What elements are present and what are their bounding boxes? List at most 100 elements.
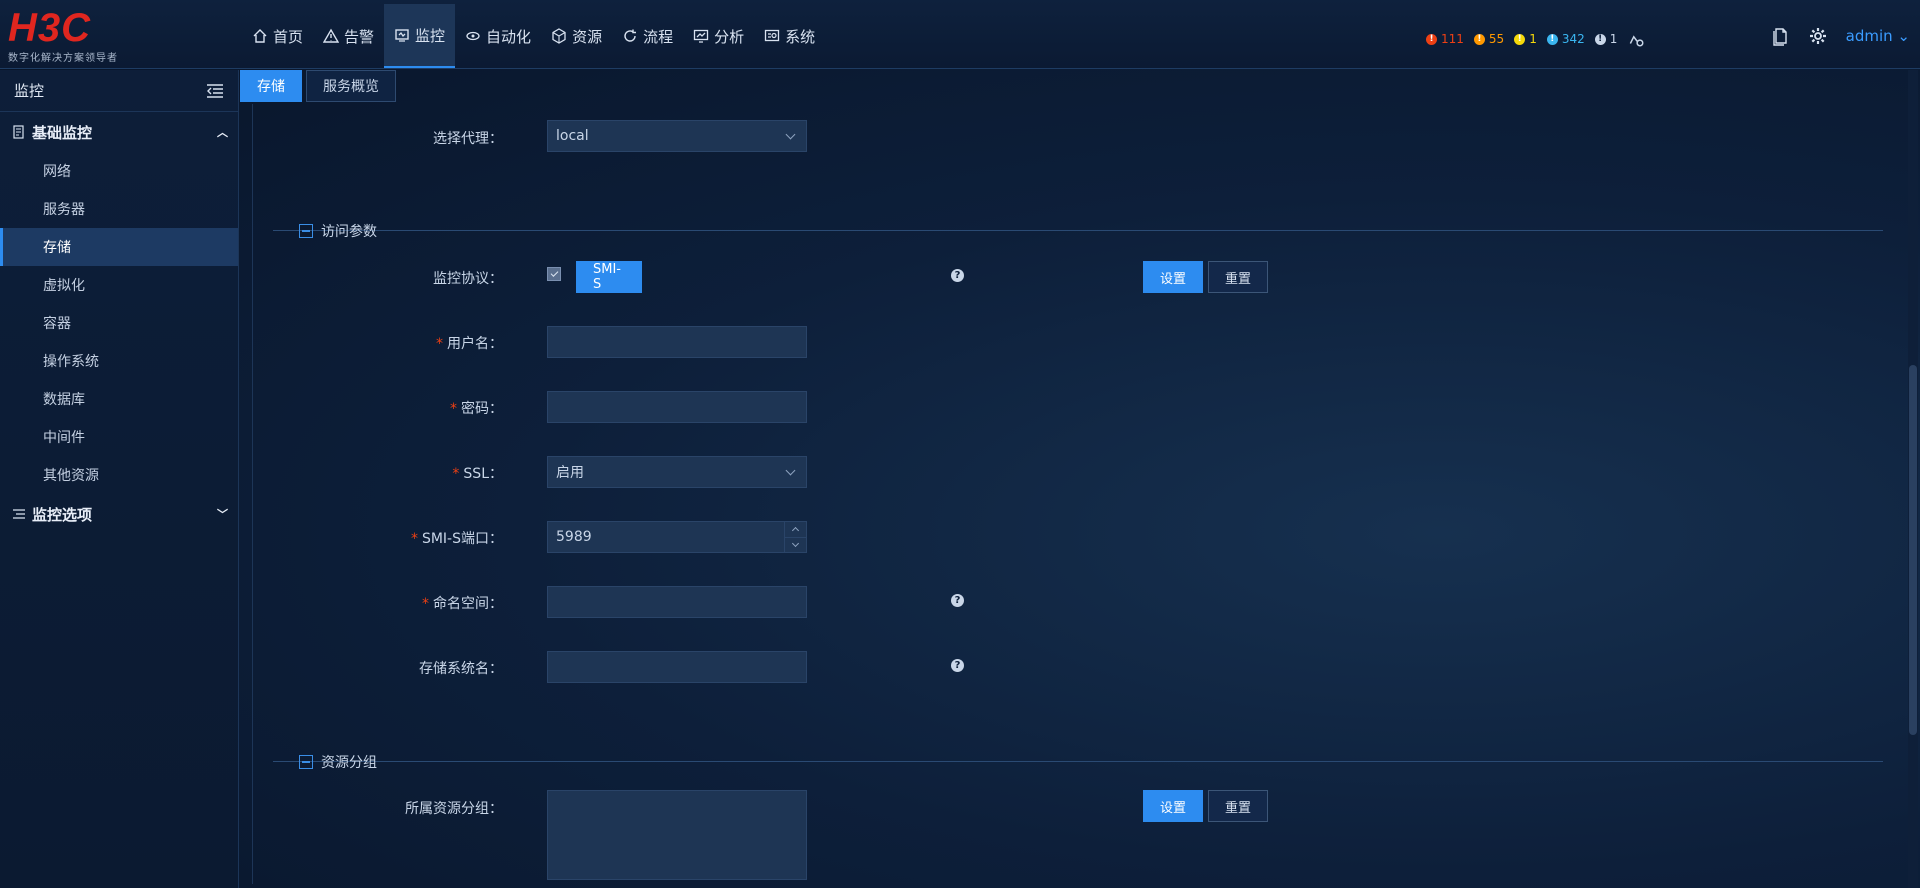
section-divider bbox=[273, 761, 1883, 762]
reset-button[interactable]: 重置 bbox=[1208, 261, 1269, 293]
port-spinner bbox=[784, 522, 806, 552]
resource-group-label: 所属资源分组： bbox=[405, 801, 503, 817]
nav-system-label: 系统 bbox=[785, 27, 816, 46]
info-alarm-count[interactable]: 1 bbox=[1610, 32, 1618, 46]
port-stepper[interactable]: 5989 bbox=[547, 521, 807, 553]
user-menu[interactable]: admin ⌄ bbox=[1846, 27, 1910, 45]
username-field[interactable] bbox=[547, 326, 807, 358]
system-icon bbox=[764, 29, 780, 42]
collapse-icon[interactable] bbox=[299, 224, 313, 238]
sidebar-title: 监控 bbox=[14, 82, 45, 100]
nav-alarm[interactable]: 告警 bbox=[313, 4, 384, 68]
sidebar-item-storage[interactable]: 存储 bbox=[0, 228, 238, 266]
section-access-params[interactable]: 访问参数 bbox=[299, 221, 385, 241]
required-mark: * bbox=[410, 531, 418, 547]
protocol-smis-button[interactable]: SMI-S bbox=[576, 261, 642, 293]
section-title: 访问参数 bbox=[321, 224, 377, 240]
nav-automation-label: 自动化 bbox=[486, 27, 532, 46]
tab-bar: 存储 服务概览 bbox=[240, 70, 396, 104]
resource-group-field[interactable] bbox=[547, 790, 807, 880]
sidebar-item-database[interactable]: 数据库 bbox=[0, 380, 238, 418]
help-icon[interactable]: ? bbox=[951, 269, 964, 282]
document-icon[interactable] bbox=[1770, 26, 1790, 46]
collapse-icon[interactable] bbox=[299, 755, 313, 769]
critical-alarm-icon: ! bbox=[1426, 33, 1437, 45]
collapse-menu-icon[interactable] bbox=[206, 83, 224, 99]
set-button[interactable]: 设置 bbox=[1143, 261, 1204, 293]
minor-alarm-count[interactable]: 1 bbox=[1529, 32, 1537, 46]
username-label-text: 用户名： bbox=[447, 336, 503, 352]
required-mark: * bbox=[450, 401, 457, 417]
alarm-settings-icon[interactable] bbox=[1627, 30, 1645, 48]
username: admin bbox=[1845, 27, 1893, 45]
process-icon bbox=[624, 29, 637, 42]
help-icon[interactable]: ? bbox=[951, 594, 964, 607]
scrollbar-thumb[interactable] bbox=[1909, 365, 1917, 735]
nav-system[interactable]: 系统 bbox=[754, 4, 825, 68]
nav-resource[interactable]: 资源 bbox=[541, 4, 612, 68]
sidebar-item-os[interactable]: 操作系统 bbox=[0, 342, 238, 380]
chevron-up-icon bbox=[791, 527, 800, 535]
nav-analysis[interactable]: 分析 bbox=[683, 4, 754, 68]
logo[interactable]: H3C 数字化解决方案领导者 bbox=[8, 6, 128, 64]
document-list-icon bbox=[13, 125, 24, 139]
sidebar-item-middleware[interactable]: 中间件 bbox=[0, 418, 238, 456]
major-alarm-count[interactable]: 55 bbox=[1489, 32, 1504, 46]
proxy-value: local bbox=[556, 128, 589, 144]
port-label: * SMI-S端口： bbox=[253, 528, 503, 548]
options-list-icon bbox=[13, 509, 25, 519]
increment-button[interactable] bbox=[785, 522, 806, 538]
nav-alarm-label: 告警 bbox=[344, 27, 375, 46]
sidebar-group-basic-monitor[interactable]: 基础监控 ︿ bbox=[0, 112, 238, 152]
tab-storage[interactable]: 存储 bbox=[240, 70, 302, 102]
analysis-icon bbox=[693, 29, 709, 43]
warning-icon bbox=[323, 28, 340, 43]
sidebar-item-container[interactable]: 容器 bbox=[0, 304, 238, 342]
sidebar-item-network[interactable]: 网络 bbox=[0, 152, 238, 190]
warning-alarm-count[interactable]: 342 bbox=[1562, 32, 1585, 46]
sidebar-item-other-resources[interactable]: 其他资源 bbox=[0, 456, 238, 494]
group-set-button[interactable]: 设置 bbox=[1143, 790, 1204, 822]
nav-home[interactable]: 首页 bbox=[242, 4, 313, 68]
chevron-down-icon bbox=[791, 539, 800, 547]
nav-automation[interactable]: 自动化 bbox=[455, 4, 541, 68]
info-alarm-icon: ! bbox=[1594, 33, 1606, 45]
resource-icon bbox=[552, 28, 566, 44]
alarm-summary[interactable]: ! 111 ! 55 ! 1 ! 342 ! 1 bbox=[1426, 30, 1645, 48]
password-label: * 密码： bbox=[253, 398, 503, 418]
section-resource-group[interactable]: 资源分组 bbox=[299, 752, 385, 772]
storage-name-field[interactable] bbox=[547, 651, 807, 683]
nav-monitor-label: 监控 bbox=[415, 26, 446, 45]
chevron-up-icon: ︿ bbox=[217, 126, 228, 139]
user-area: admin ⌄ bbox=[1770, 26, 1910, 46]
automation-icon bbox=[466, 31, 480, 41]
warning-alarm-icon: ! bbox=[1546, 33, 1558, 45]
logo-mark: H3C bbox=[8, 6, 92, 50]
decrement-button[interactable] bbox=[785, 538, 806, 553]
sidebar-header: 监控 bbox=[0, 70, 238, 112]
nav-monitor[interactable]: 监控 bbox=[384, 4, 456, 68]
sidebar-group-label: 基础监控 bbox=[32, 123, 93, 142]
port-value: 5989 bbox=[556, 529, 592, 545]
username-label: * 用户名： bbox=[253, 333, 503, 353]
protocol-checkbox[interactable] bbox=[547, 267, 561, 281]
major-alarm-icon: ! bbox=[1473, 33, 1485, 45]
nav-process[interactable]: 流程 bbox=[612, 4, 683, 68]
sidebar-item-server[interactable]: 服务器 bbox=[0, 190, 238, 228]
logo-slogan: 数字化解决方案领导者 bbox=[8, 53, 118, 64]
sidebar: 监控 基础监控 ︿ 网络 服务器 存储 虚拟化 容器 操作系统 数据库 中间件 … bbox=[0, 70, 239, 888]
password-field[interactable] bbox=[547, 391, 807, 423]
critical-alarm-count[interactable]: 111 bbox=[1441, 32, 1464, 46]
gear-icon[interactable] bbox=[1808, 26, 1828, 46]
namespace-label: * 命名空间： bbox=[253, 593, 503, 613]
tab-service-overview[interactable]: 服务概览 bbox=[306, 70, 396, 102]
help-icon[interactable]: ? bbox=[951, 659, 964, 672]
protocol-label: 监控协议： bbox=[433, 271, 503, 287]
ssl-select[interactable]: 启用 bbox=[547, 456, 807, 488]
group-reset-button[interactable]: 重置 bbox=[1208, 790, 1269, 822]
proxy-select[interactable]: local bbox=[547, 120, 807, 152]
sidebar-item-virtualization[interactable]: 虚拟化 bbox=[0, 266, 238, 304]
chevron-down-icon: ﹀ bbox=[217, 508, 228, 521]
sidebar-group-monitor-options[interactable]: 监控选项 ﹀ bbox=[0, 494, 238, 534]
namespace-field[interactable] bbox=[547, 586, 807, 618]
